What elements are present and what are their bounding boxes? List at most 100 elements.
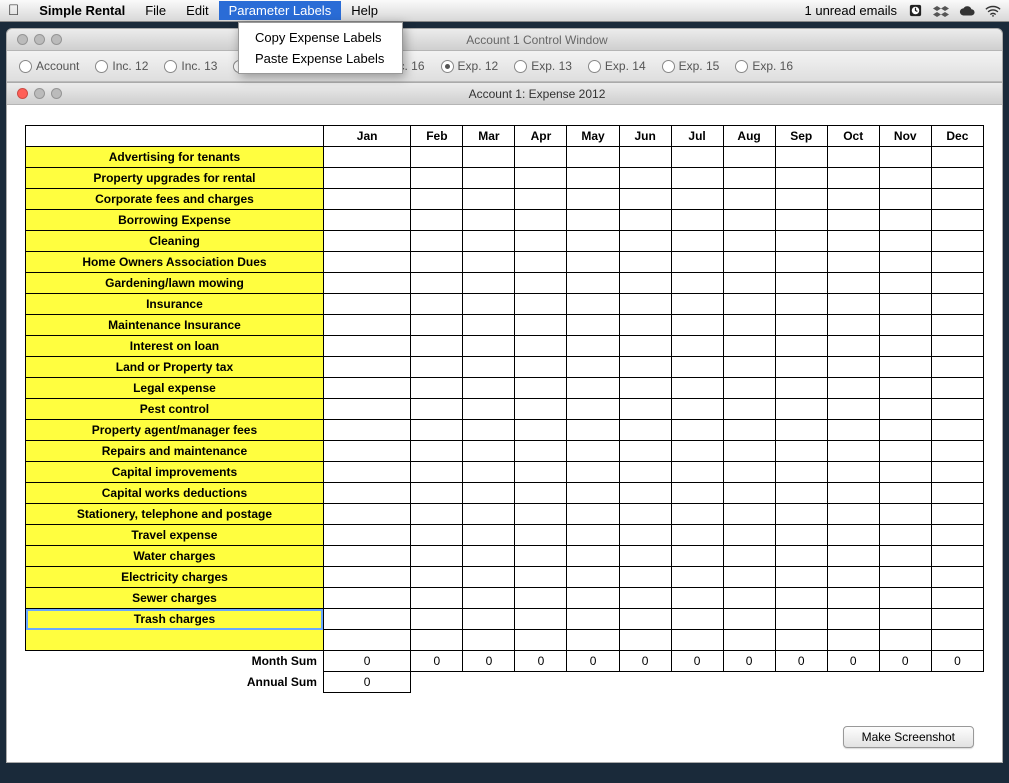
grid-cell[interactable] [827, 609, 879, 630]
grid-cell[interactable] [411, 462, 463, 483]
grid-cell[interactable] [463, 504, 515, 525]
grid-cell[interactable] [619, 630, 671, 651]
grid-cell[interactable] [931, 399, 983, 420]
grid-cell[interactable] [775, 462, 827, 483]
grid-cell[interactable] [567, 546, 619, 567]
grid-cell[interactable] [723, 483, 775, 504]
radio-exp-14[interactable]: Exp. 14 [582, 59, 652, 73]
zoom-icon[interactable] [51, 88, 62, 99]
grid-cell[interactable] [827, 168, 879, 189]
dropbox-icon[interactable] [933, 3, 949, 19]
grid-cell[interactable] [671, 630, 723, 651]
grid-cell[interactable] [879, 147, 931, 168]
grid-cell[interactable] [931, 273, 983, 294]
grid-cell[interactable] [671, 189, 723, 210]
grid-cell[interactable] [931, 462, 983, 483]
grid-cell[interactable] [723, 210, 775, 231]
grid-cell[interactable] [671, 357, 723, 378]
grid-cell[interactable] [671, 399, 723, 420]
grid-cell[interactable] [827, 315, 879, 336]
grid-cell[interactable] [619, 294, 671, 315]
grid-cell[interactable] [411, 210, 463, 231]
grid-cell[interactable] [931, 567, 983, 588]
grid-cell[interactable] [827, 357, 879, 378]
minimize-icon[interactable] [34, 88, 45, 99]
row-label[interactable]: Property upgrades for rental [26, 168, 324, 189]
grid-cell[interactable] [515, 378, 567, 399]
close-icon[interactable] [17, 34, 28, 45]
grid-cell[interactable] [463, 399, 515, 420]
grid-cell[interactable] [411, 525, 463, 546]
grid-cell[interactable] [931, 315, 983, 336]
grid-cell[interactable] [775, 273, 827, 294]
grid-cell[interactable] [879, 210, 931, 231]
grid-cell[interactable] [931, 546, 983, 567]
row-label[interactable]: Interest on loan [26, 336, 324, 357]
radio-exp-16[interactable]: Exp. 16 [729, 59, 799, 73]
cloud-icon[interactable] [959, 3, 975, 19]
row-label[interactable]: Land or Property tax [26, 357, 324, 378]
row-label[interactable]: Cleaning [26, 231, 324, 252]
grid-cell[interactable] [411, 336, 463, 357]
expense-window-titlebar[interactable]: Account 1: Expense 2012 [7, 83, 1002, 105]
grid-cell[interactable] [619, 231, 671, 252]
row-label[interactable]: Pest control [26, 399, 324, 420]
grid-cell[interactable] [567, 168, 619, 189]
grid-cell[interactable] [463, 609, 515, 630]
grid-cell[interactable] [515, 252, 567, 273]
grid-cell[interactable] [879, 273, 931, 294]
grid-cell[interactable] [723, 168, 775, 189]
grid-cell[interactable] [879, 546, 931, 567]
grid-cell[interactable] [723, 315, 775, 336]
grid-cell[interactable] [723, 336, 775, 357]
radio-account[interactable]: Account [13, 59, 85, 73]
grid-cell[interactable] [723, 231, 775, 252]
grid-cell[interactable] [775, 630, 827, 651]
grid-cell[interactable] [775, 588, 827, 609]
grid-cell[interactable] [619, 483, 671, 504]
radio-exp-15[interactable]: Exp. 15 [656, 59, 726, 73]
grid-cell[interactable] [411, 630, 463, 651]
grid-cell[interactable] [723, 504, 775, 525]
grid-cell[interactable] [411, 168, 463, 189]
grid-cell[interactable] [827, 483, 879, 504]
grid-cell[interactable] [463, 357, 515, 378]
grid-cell[interactable] [411, 483, 463, 504]
row-label[interactable]: Corporate fees and charges [26, 189, 324, 210]
grid-cell[interactable] [567, 441, 619, 462]
row-label[interactable]: Borrowing Expense [26, 210, 324, 231]
grid-cell[interactable] [567, 210, 619, 231]
grid-cell[interactable] [619, 567, 671, 588]
grid-cell[interactable] [775, 420, 827, 441]
grid-cell[interactable] [931, 378, 983, 399]
grid-cell[interactable] [619, 210, 671, 231]
grid-cell[interactable] [671, 378, 723, 399]
grid-cell[interactable] [827, 210, 879, 231]
grid-cell[interactable] [931, 357, 983, 378]
grid-cell[interactable] [879, 441, 931, 462]
grid-cell[interactable] [619, 609, 671, 630]
grid-cell[interactable] [619, 504, 671, 525]
grid-cell[interactable] [463, 546, 515, 567]
grid-cell[interactable] [619, 420, 671, 441]
grid-cell[interactable] [619, 168, 671, 189]
grid-cell[interactable] [463, 168, 515, 189]
grid-cell[interactable] [827, 504, 879, 525]
grid-cell[interactable] [463, 483, 515, 504]
grid-cell[interactable] [323, 252, 410, 273]
row-label[interactable]: Capital improvements [26, 462, 324, 483]
grid-cell[interactable] [463, 567, 515, 588]
grid-cell[interactable] [619, 441, 671, 462]
grid-cell[interactable] [671, 273, 723, 294]
grid-cell[interactable] [671, 483, 723, 504]
radio-exp-13[interactable]: Exp. 13 [508, 59, 578, 73]
menu-parameter-labels[interactable]: Parameter Labels [219, 1, 342, 20]
apple-menu-icon[interactable]:  [8, 2, 19, 19]
grid-cell[interactable] [411, 189, 463, 210]
row-label[interactable]: Property agent/manager fees [26, 420, 324, 441]
grid-cell[interactable] [671, 252, 723, 273]
grid-cell[interactable] [827, 294, 879, 315]
grid-cell[interactable] [619, 588, 671, 609]
grid-cell[interactable] [411, 252, 463, 273]
grid-cell[interactable] [567, 378, 619, 399]
